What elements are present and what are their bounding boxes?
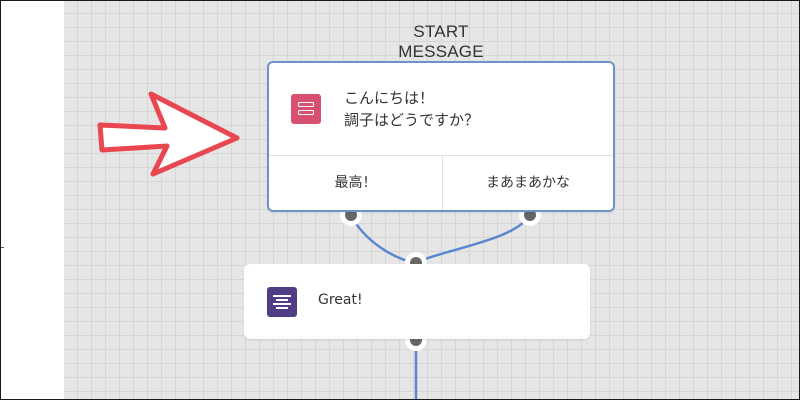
text-message-label: Great! — [318, 292, 363, 308]
connector-line-reply-2 — [415, 214, 532, 265]
red-arrow-icon — [97, 91, 240, 177]
text-message-icon — [267, 287, 297, 317]
panel-tick — [1, 247, 4, 248]
message-line-2: 調子はどうですか？ — [344, 111, 480, 129]
flow-canvas[interactable]: START MESSAGE こんにちは！ 調子はどうですか？ 最高！ まあまあか… — [64, 1, 799, 399]
message-line-1: こんにちは！ — [344, 89, 435, 107]
text-message-card[interactable]: Great! — [244, 264, 590, 339]
quick-reply-button-1[interactable]: 最高！ — [269, 156, 442, 210]
quick-reply-button-2[interactable]: まあまあかな — [443, 156, 613, 210]
start-message-card[interactable]: こんにちは！ 調子はどうですか？ 最高！ まあまあかな — [267, 61, 615, 212]
start-message-body[interactable]: こんにちは！ 調子はどうですか？ — [269, 63, 613, 155]
left-panel — [1, 1, 64, 399]
start-message-text: こんにちは！ 調子はどうですか？ — [344, 87, 479, 131]
screenshot-frame: START MESSAGE こんにちは！ 調子はどうですか？ 最高！ まあまあか… — [0, 0, 800, 400]
quick-reply-icon — [291, 94, 321, 124]
connector-line-reply-1 — [349, 214, 417, 265]
